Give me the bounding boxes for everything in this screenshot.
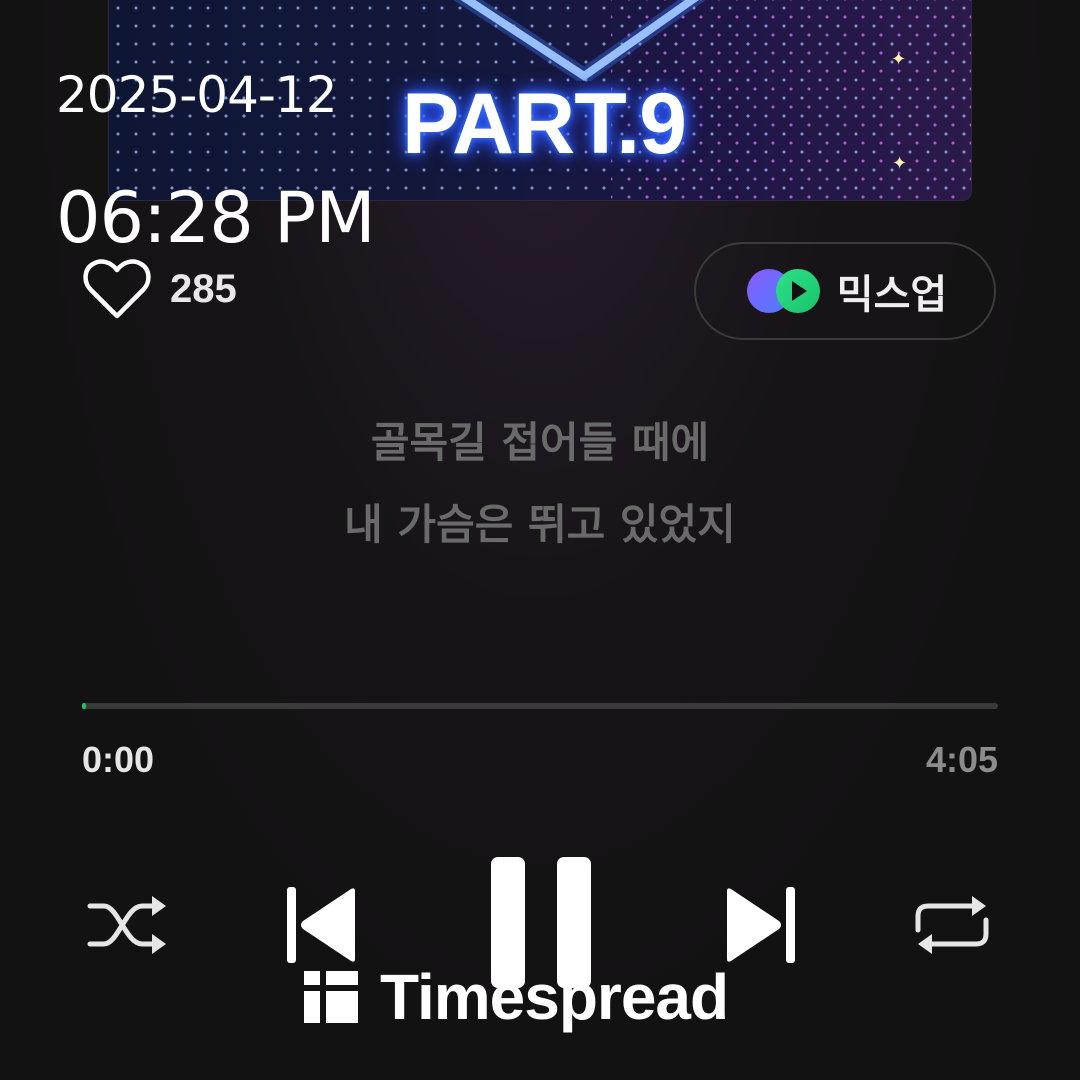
- watermark-text: Timespread: [380, 961, 729, 1033]
- mixup-button[interactable]: 믹스업: [694, 242, 996, 340]
- progress-fill: [82, 703, 86, 709]
- timespread-logo-icon: [304, 971, 358, 1023]
- lyrics-panel[interactable]: 골목길 접어들 때에 내 가슴은 뛰고 있었지: [0, 402, 1080, 566]
- sparkle-icon: ✦: [892, 153, 908, 174]
- skip-next-icon[interactable]: [722, 885, 797, 965]
- lyric-line: 골목길 접어들 때에: [370, 418, 710, 467]
- lyric-line: 내 가슴은 뛰고 있었지: [344, 500, 736, 549]
- skip-previous-icon[interactable]: [285, 885, 360, 965]
- repeat-icon[interactable]: [912, 890, 992, 960]
- shuffle-icon[interactable]: [86, 892, 168, 958]
- like-button[interactable]: 285: [82, 258, 237, 320]
- heart-outline-icon: [83, 259, 151, 319]
- album-diamond-graphic: [453, 0, 706, 81]
- sparkle-icon: ✦: [891, 49, 907, 70]
- overlay-date: 2025-04-12: [56, 66, 338, 124]
- like-count: 285: [170, 266, 237, 311]
- overlay-time: 06:28 PM: [56, 177, 376, 259]
- watermark: Timespread: [304, 962, 784, 1032]
- mixup-label: 믹스업: [836, 272, 948, 318]
- album-title-text: PART.9: [402, 76, 687, 172]
- elapsed-time: 0:00: [82, 739, 155, 780]
- progress-slider[interactable]: [82, 703, 998, 709]
- mixup-logo-icon: [746, 269, 820, 313]
- total-time: 4:05: [925, 739, 998, 780]
